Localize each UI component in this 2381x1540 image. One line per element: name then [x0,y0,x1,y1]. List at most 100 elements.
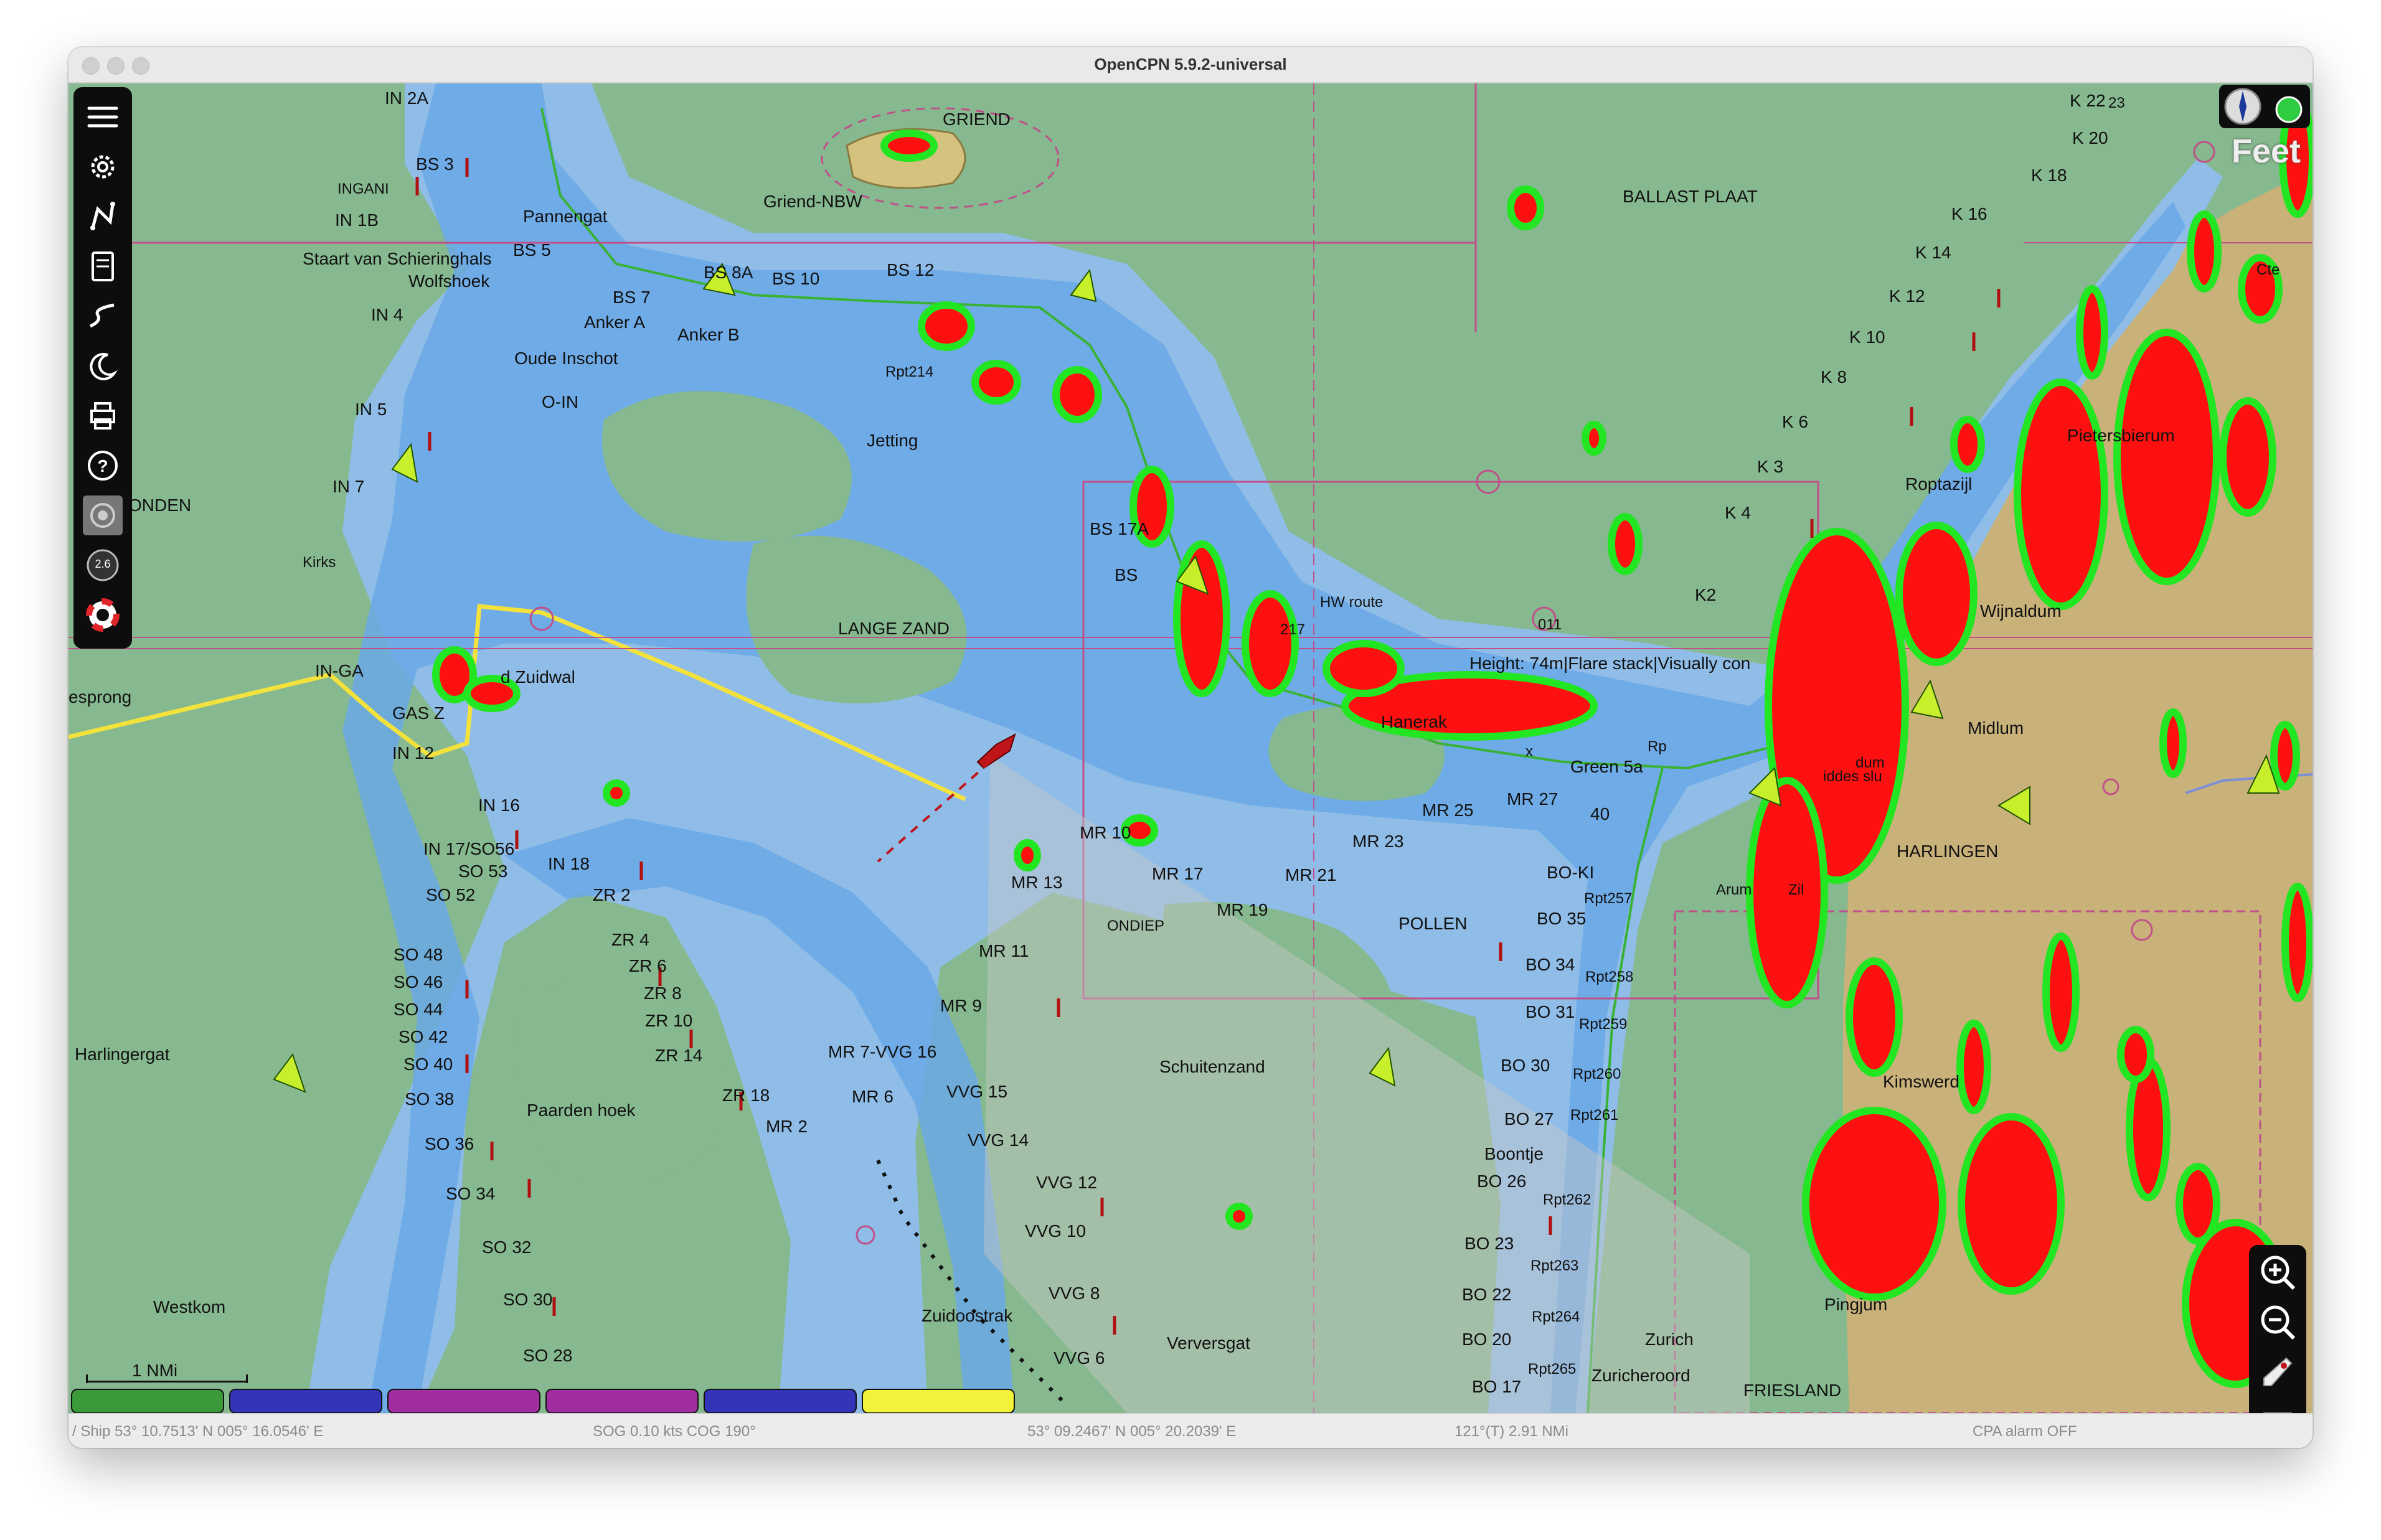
buoy-label: MR 11 [979,941,1029,960]
compass-widget[interactable] [2219,85,2310,128]
buoy-label: IN 5 [355,400,387,419]
zoom-out-icon [2261,1305,2296,1340]
place-label: Wolfshoek [408,271,490,291]
place-label: Schuitenzand [1159,1057,1265,1076]
buoy-label: MR 6 [852,1087,893,1106]
buoy-label: SO 30 [503,1290,553,1309]
piano-key[interactable] [229,1389,382,1413]
buoy-label: SO 48 [394,945,443,964]
buoy-label: K 16 [1951,204,1987,223]
gauge-button[interactable]: 2.6 [83,545,123,585]
route-icon [90,202,115,230]
piano-key[interactable] [704,1389,857,1413]
place-label: Paarden hoek [527,1101,636,1120]
cpa-alarm-status: CPA alarm OFF [1973,1423,2077,1440]
window-title: OpenCPN 5.9.2-universal [1094,55,1287,73]
buoy-label: BS 7 [613,288,651,307]
buoy-label: K 6 [1782,412,1809,431]
print-button[interactable] [83,396,123,436]
buoy-label: MR 10 [1080,823,1131,842]
zoom-in-icon [2261,1256,2296,1290]
buoy-label: 40 [1590,804,1610,824]
place-label: Anker B [677,325,740,344]
more-button[interactable] [2255,1401,2300,1413]
place-label: Griend-NBW [763,192,862,211]
place-label: Anker A [584,312,646,332]
piano-key[interactable] [387,1389,540,1413]
route-point-label: Rpt260 [1573,1066,1621,1082]
buoy-label: BO 20 [1462,1330,1512,1349]
buoy-label: MR 9 [940,996,982,1015]
buoy-label: K 14 [1915,243,1951,262]
place-label: LANGE ZAND [838,619,950,638]
help-button[interactable]: ? [83,446,123,486]
buoy-label: IN 17/SO56 [423,839,515,858]
ais-button[interactable] [83,495,123,535]
buoy-label: K 22 [2070,91,2106,110]
buoy-label: IN-GA [315,661,364,680]
buoy-label: VVG 12 [1036,1173,1098,1192]
route-point-label: Rp [1648,738,1667,755]
track-icon [89,303,115,328]
chart-canvas[interactable]: IN 2A GRIEND BS 3 INGANI IN 1B Pannengat… [68,83,2313,1413]
buoy-label: GAS Z [392,703,445,723]
buoy-label: BO 35 [1537,909,1587,928]
place-label: HARLINGEN [1897,842,1999,861]
track-button[interactable] [83,296,123,336]
zoom-out-button[interactable] [2255,1300,2300,1345]
point-label: 011 [1538,616,1562,633]
buoy-label: ZR 4 [611,930,649,949]
route-point-label: Rpt257 [1584,890,1633,907]
place-label: Zuricheroord [1591,1366,1690,1385]
depth-unit-label: Feet [2232,133,2301,170]
mob-button[interactable] [83,595,123,635]
zoom-in-button[interactable] [2255,1250,2300,1295]
buoy-label: K 18 [2031,166,2067,185]
place-label: Kimswerd [1883,1072,1959,1091]
cursor-position: 53° 09.2467' N 005° 20.2039' E [1027,1423,1237,1440]
piano-key[interactable] [545,1389,699,1413]
place-label: Oude Inschot [514,349,618,368]
menu-icon [87,106,118,128]
buoy-label: VVG 14 [968,1130,1029,1150]
buoy-label: SO 38 [405,1089,455,1109]
status-bar: / Ship 53° 10.7513' N 005° 16.0546' E SO… [68,1413,2313,1448]
buoy-label: IN 18 [548,854,590,873]
place-label: Zil [1788,881,1804,898]
route-button[interactable] [83,197,123,237]
chart-piano-bar [71,1389,1017,1413]
follow-ship-button[interactable] [2255,1350,2300,1394]
place-label: Midlum [1968,718,2024,738]
ais-icon [90,503,115,528]
sog-cog: SOG 0.10 kts COG 190° [593,1423,756,1440]
place-label: Staart van Schieringhals [303,249,492,268]
buoy-label: BS 3 [416,154,454,174]
app-window: OpenCPN 5.9.2-universal IN 2A GRIEND BS … [68,47,2313,1448]
svg-text:?: ? [97,456,108,476]
buoy-label: K 3 [1757,457,1784,476]
route-point-label: Rpt261 [1570,1107,1619,1124]
marker-label: x [1525,743,1533,760]
color-scheme-button[interactable] [83,346,123,386]
buoy-label: ZR 10 [645,1011,693,1030]
settings-button[interactable] [83,147,123,187]
buoy-label: BO 22 [1462,1285,1512,1304]
buoy-label: INGANI [337,181,389,197]
route-point-label: Rpt214 [885,364,934,380]
route-point-label: Rpt264 [1532,1308,1580,1325]
place-label: Pingjum [1824,1295,1888,1314]
buoy-label: K 10 [1849,327,1885,347]
piano-key[interactable] [71,1389,224,1413]
buoy-label: VVG 15 [946,1082,1008,1101]
route-point-label: Rpt259 [1579,1016,1628,1033]
route-manager-button[interactable] [83,246,123,286]
buoy-label: SO 52 [426,885,476,904]
piano-key[interactable] [862,1389,1015,1413]
menu-button[interactable] [83,97,123,137]
place-label: Roptazijl [1905,474,1973,494]
settings-icon [91,155,115,179]
buoy-label: K2 [1695,585,1717,604]
buoy-label: BO 23 [1464,1234,1514,1253]
route-point-label: Rpt258 [1585,969,1634,985]
place-label: BALLAST PLAAT [1623,187,1758,206]
